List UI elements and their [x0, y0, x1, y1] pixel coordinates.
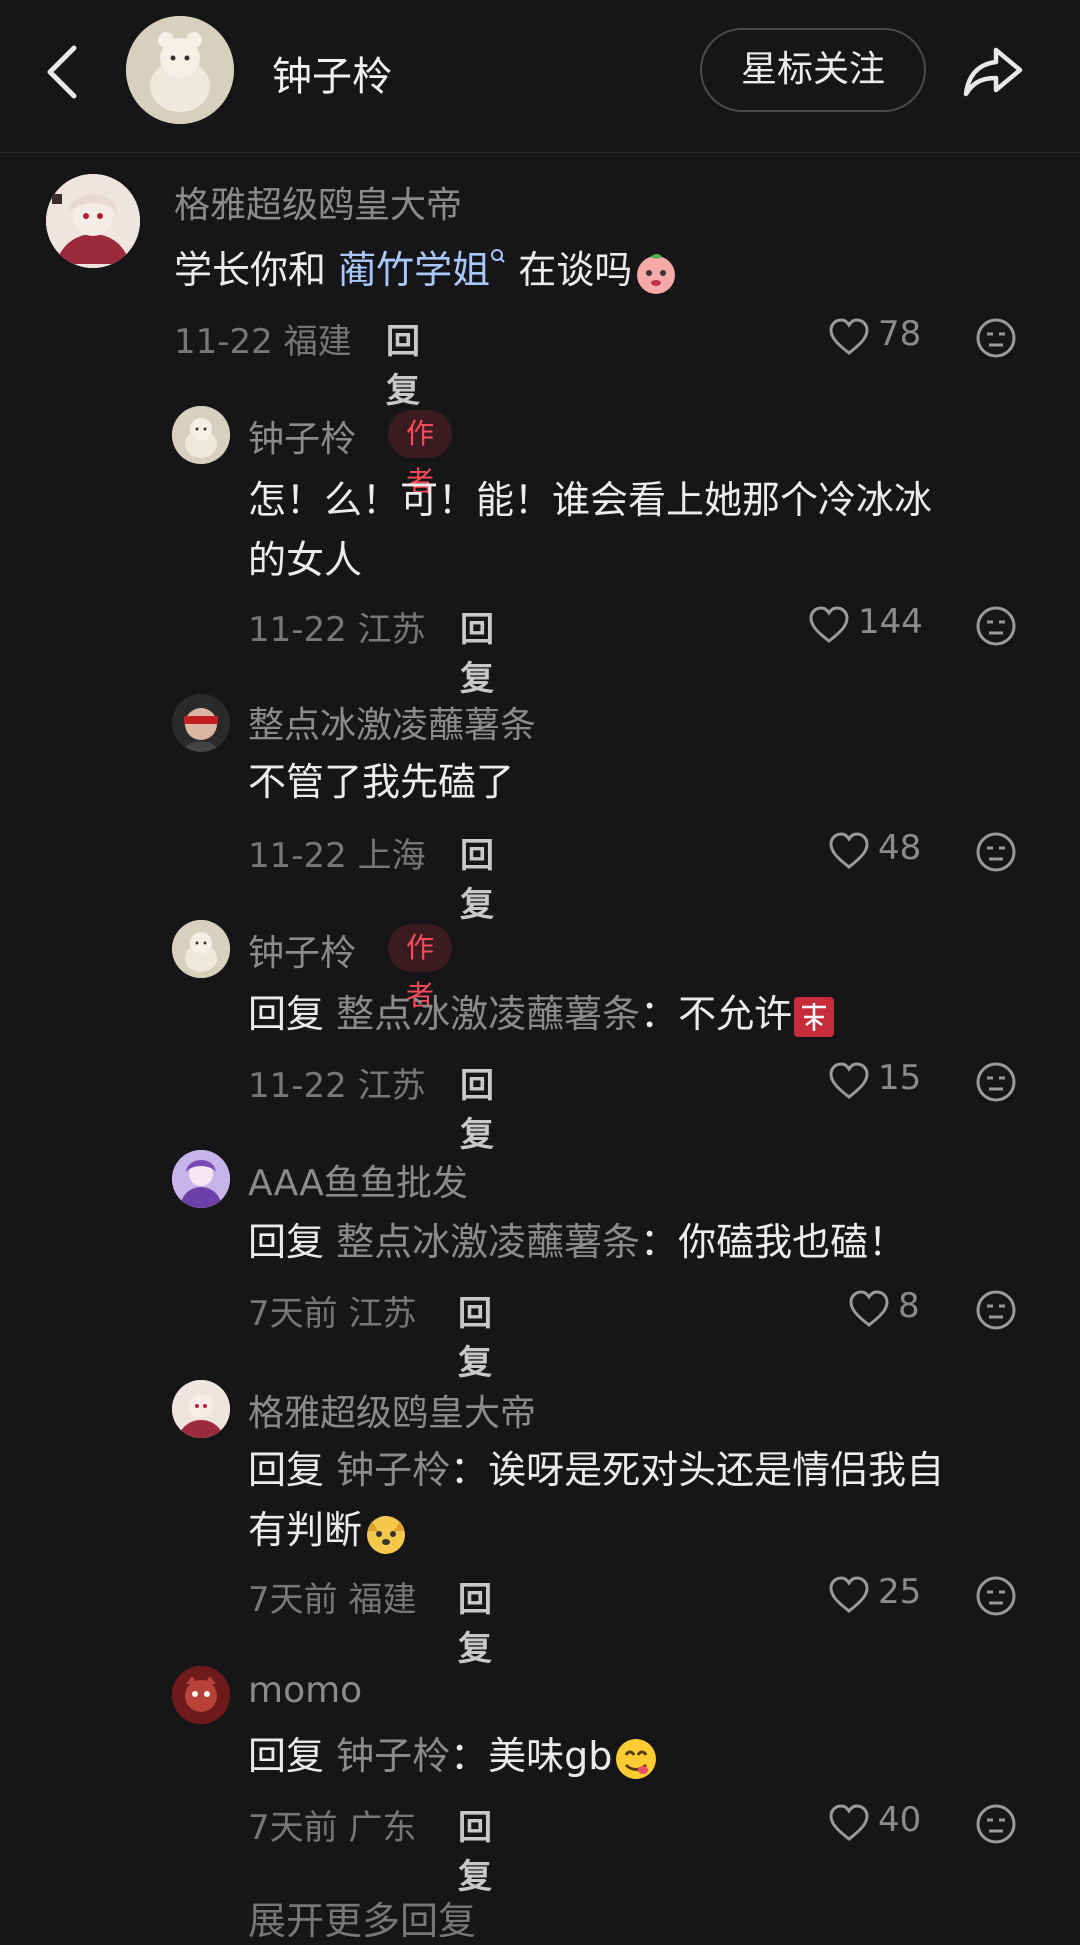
reply-target-user[interactable]: 钟子柃	[336, 1734, 450, 1778]
comment-text-line2: 的女人	[248, 538, 363, 582]
comment-date-location: 7天前 广东	[248, 1808, 417, 1848]
reply-button[interactable]: 回复	[458, 1572, 492, 1670]
avatar[interactable]	[172, 406, 230, 464]
dislike-emoji-icon[interactable]	[974, 1060, 1018, 1104]
avatar[interactable]	[172, 694, 230, 752]
reply-button[interactable]: 回复	[458, 1800, 492, 1898]
like-button[interactable]: 144	[808, 602, 938, 646]
avatar[interactable]	[172, 1380, 230, 1438]
comment-text-line2: 有判断	[248, 1500, 410, 1560]
prohibited-emoji-icon	[794, 996, 835, 1037]
dislike-emoji-icon[interactable]	[974, 830, 1018, 874]
avatar[interactable]	[126, 16, 234, 124]
dislike-emoji-icon[interactable]	[974, 604, 1018, 648]
comment-username[interactable]: 格雅超级鸥皇大帝	[174, 176, 462, 228]
like-count: 78	[878, 314, 922, 354]
reply-button[interactable]: 回复	[460, 828, 494, 926]
comment-text: 怎！么！可！能！谁会看上她那个冷冰冰	[248, 478, 933, 522]
comment-body: ：你磕我也磕！	[640, 1220, 907, 1264]
author-badge: 作者	[388, 410, 453, 498]
back-icon[interactable]	[40, 40, 84, 104]
reply-button[interactable]: 回复	[386, 314, 420, 412]
comment-body-line2: 有判断	[248, 1508, 363, 1552]
dislike-emoji-icon[interactable]	[974, 316, 1018, 360]
star-follow-button[interactable]: 星标关注	[700, 28, 926, 112]
author-badge: 作者	[388, 924, 453, 1012]
like-button[interactable]: 78	[828, 314, 938, 358]
heart-icon	[829, 1576, 869, 1613]
comment-date-location: 11-22 江苏	[248, 610, 426, 650]
reply-prefix: 回复	[248, 1220, 325, 1264]
avatar[interactable]	[172, 1666, 230, 1724]
heart-icon	[849, 1290, 889, 1327]
like-count: 15	[878, 1058, 922, 1098]
page-title: 钟子柃	[272, 54, 392, 100]
search-icon[interactable]	[490, 248, 506, 270]
reply-prefix: 回复	[248, 992, 325, 1036]
reply-button[interactable]: 回复	[460, 1058, 494, 1156]
comment-text: 学长你和 蔺竹学姐 在谈吗	[174, 240, 680, 300]
reply-prefix: 回复	[248, 1734, 325, 1778]
avatar[interactable]	[46, 174, 140, 268]
comment-username[interactable]: 钟子柃	[248, 924, 356, 976]
like-button[interactable]: 8	[848, 1286, 938, 1330]
comment-body: ：诶呀是死对头还是情侣我自	[450, 1448, 945, 1492]
comment-username[interactable]: 钟子柃	[248, 410, 356, 462]
comment-date-location: 7天前 江苏	[248, 1294, 417, 1334]
heart-icon	[829, 1804, 869, 1841]
comment-text: 回复 整点冰激凌蘸薯条：不允许	[248, 984, 836, 1044]
comment-text: 回复 钟子柃：诶呀是死对头还是情侣我自	[248, 1440, 944, 1500]
like-count: 40	[878, 1800, 922, 1840]
heart-icon	[829, 1062, 869, 1099]
comment-username[interactable]: AAA鱼鱼批发	[248, 1154, 468, 1206]
like-button[interactable]: 15	[828, 1058, 938, 1102]
dislike-emoji-icon[interactable]	[974, 1288, 1018, 1332]
comment-date-location: 7天前 福建	[248, 1580, 417, 1620]
top-bar: 钟子柃 星标关注	[0, 0, 1080, 153]
comment-body: ：美味gb	[450, 1734, 613, 1778]
reply-target-user[interactable]: 整点冰激凌蘸薯条	[336, 1220, 640, 1264]
reply-prefix: 回复	[248, 1448, 325, 1492]
avatar[interactable]	[172, 920, 230, 978]
like-count: 25	[878, 1572, 922, 1612]
like-count: 144	[858, 602, 923, 642]
dislike-emoji-icon[interactable]	[974, 1574, 1018, 1618]
show-more-replies[interactable]: 展开更多回复	[248, 1890, 476, 1945]
comment-date-location: 11-22 江苏	[248, 1066, 426, 1106]
comment-text: 不管了我先磕了	[248, 760, 515, 804]
yum-face-emoji-icon	[616, 1738, 657, 1779]
share-icon[interactable]	[958, 36, 1028, 106]
heart-icon	[829, 318, 869, 355]
comment-date-location: 11-22 上海	[248, 836, 426, 876]
comment-text-part: 学长你和	[174, 248, 339, 292]
reply-button[interactable]: 回复	[458, 1286, 492, 1384]
comment-body: ：不允许	[640, 992, 793, 1036]
comment-date-location: 11-22 福建	[174, 322, 352, 362]
topic-link[interactable]: 蔺竹学姐	[338, 248, 490, 292]
comment-text: 回复 钟子柃：美味gb	[248, 1726, 660, 1786]
like-count: 8	[898, 1286, 920, 1326]
reply-target-user[interactable]: 整点冰激凌蘸薯条	[336, 992, 640, 1036]
dislike-emoji-icon[interactable]	[974, 1802, 1018, 1846]
comment-text-part: 在谈吗	[506, 248, 633, 292]
reply-target-user[interactable]: 钟子柃	[336, 1448, 450, 1492]
dog-face-emoji-icon	[367, 1515, 406, 1554]
reply-button[interactable]: 回复	[460, 602, 494, 700]
like-button[interactable]: 40	[828, 1800, 938, 1844]
avatar[interactable]	[172, 1150, 230, 1208]
like-count: 48	[878, 828, 922, 868]
heart-icon	[829, 832, 869, 869]
heart-icon	[809, 606, 849, 643]
comment-username[interactable]: 格雅超级鸥皇大帝	[248, 1384, 536, 1436]
comment-text: 回复 整点冰激凌蘸薯条：你磕我也磕！	[248, 1212, 906, 1272]
like-button[interactable]: 48	[828, 828, 938, 872]
peach-face-emoji-icon	[637, 253, 676, 294]
like-button[interactable]: 25	[828, 1572, 938, 1616]
comment-username[interactable]: momo	[248, 1670, 362, 1711]
comment-username[interactable]: 整点冰激凌蘸薯条	[248, 696, 536, 748]
